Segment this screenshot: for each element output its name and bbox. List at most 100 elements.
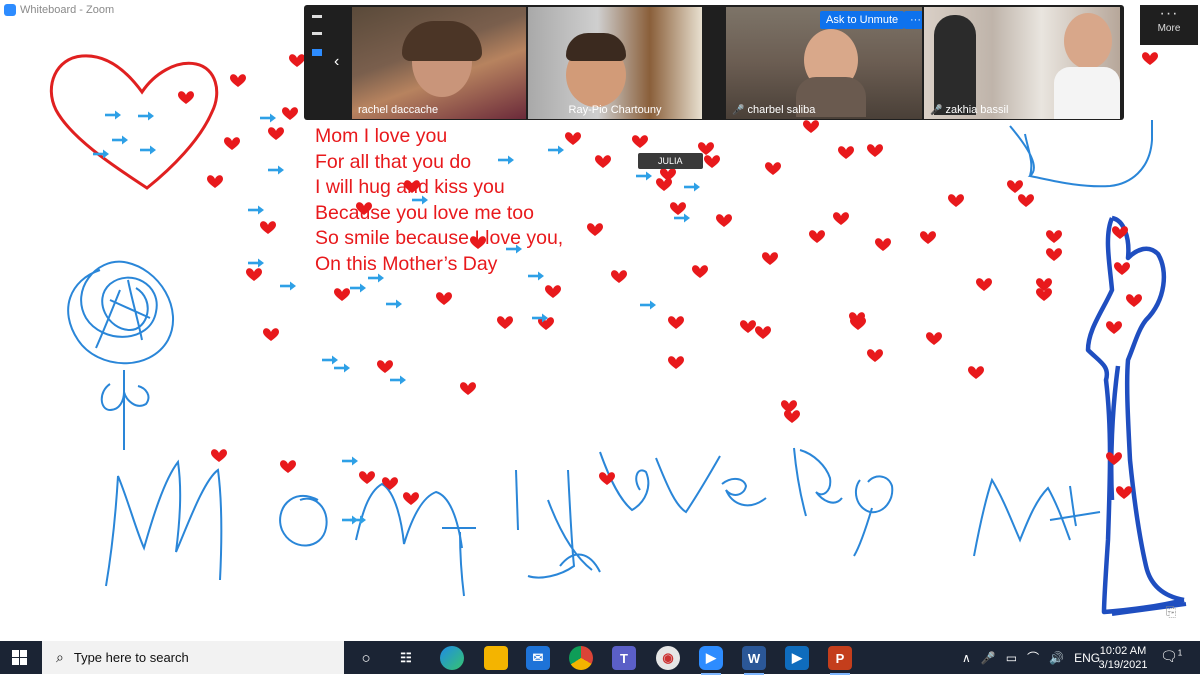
heart-stamp: [282, 107, 298, 120]
single-view-icon[interactable]: [312, 32, 322, 35]
heart-stamp: [1106, 321, 1122, 334]
view-switcher[interactable]: [310, 15, 324, 70]
heart-stamp: [948, 194, 964, 207]
new-share-icon[interactable]: ⎘: [1166, 604, 1176, 620]
heart-stamp: [867, 144, 883, 157]
mail-icon[interactable]: ✉: [526, 646, 550, 670]
system-tray: ∧ 🎤 ▭ ⌒ 🔊 ENG: [962, 641, 1100, 674]
heart-stamp: [1007, 180, 1023, 193]
zoom-icon[interactable]: ▶: [699, 646, 723, 675]
heart-stamp: [660, 168, 676, 181]
heart-stamp: [1018, 194, 1034, 207]
heart-stamp: [833, 212, 849, 225]
arrow-stamp: [103, 109, 123, 121]
heart-stamp: [260, 221, 276, 234]
heart-stamp: [497, 316, 513, 329]
arrow-stamp: [136, 110, 156, 122]
windows-start-icon[interactable]: [12, 650, 28, 666]
microphone-icon[interactable]: 🎤: [981, 651, 996, 665]
heart-stamp: [587, 223, 603, 236]
participant-name: zakhia bassil: [945, 104, 1009, 116]
mic-muted-icon: 🎤: [732, 105, 745, 116]
cortana-icon[interactable]: ○: [354, 646, 378, 670]
edge-icon[interactable]: [440, 646, 464, 670]
heart-stamp: [784, 410, 800, 423]
arrow-stamp: [138, 144, 158, 156]
participant-hair: [402, 21, 482, 61]
heart-stamp: [263, 328, 279, 341]
arrow-stamp: [348, 282, 368, 294]
annotator-name-tag: JULIA: [638, 153, 703, 169]
more-button[interactable]: ··· More: [1140, 5, 1198, 45]
arrow-stamp: [246, 204, 266, 216]
heart-stamp: [803, 120, 819, 133]
file-explorer-icon[interactable]: [484, 646, 508, 670]
participant-video-tile[interactable]: Ray-Pio Chartouny: [528, 7, 702, 119]
heart-stamp: [668, 356, 684, 369]
heart-stamp: [1114, 262, 1130, 275]
heart-stamp: [436, 292, 452, 305]
handwriting-mom-i-love-you-ma: [105, 447, 1101, 597]
participant-face: [1064, 13, 1112, 69]
heart-stamp: [178, 91, 194, 104]
arrow-stamp: [384, 298, 404, 310]
arrow-stamp: [110, 134, 130, 146]
heart-stamp: [867, 349, 883, 362]
movies-icon[interactable]: ▶: [785, 646, 809, 670]
wifi-icon[interactable]: ⌒: [1027, 649, 1039, 666]
notification-icon[interactable]: 🗨1: [1160, 648, 1182, 665]
task-view-icon[interactable]: ☷: [394, 646, 418, 670]
search-icon: ⌕: [56, 649, 64, 665]
heart-stamp: [704, 155, 720, 168]
heart-stamp: [565, 132, 581, 145]
poem-line: So smile because I love you,: [315, 227, 564, 250]
chevron-up-icon[interactable]: ∧: [962, 651, 971, 665]
battery-icon[interactable]: ▭: [1006, 651, 1017, 665]
taskbar-clock[interactable]: 10:02 AM 3/19/2021: [1094, 644, 1152, 672]
poem-line: On this Mother’s Day: [315, 252, 498, 275]
participant-hair: [566, 33, 626, 61]
participant-video-tile[interactable]: 🎤 zakhia bassil: [924, 7, 1120, 119]
poem-line: Mom I love you: [315, 125, 448, 147]
heart-stamp: [740, 320, 756, 333]
speaker-icon[interactable]: 🔊: [1049, 651, 1064, 665]
heart-stamp: [1046, 230, 1062, 243]
heart-stamp: [211, 449, 227, 462]
chrome-icon[interactable]: [569, 646, 593, 670]
strip-view-icon[interactable]: [312, 49, 322, 56]
heart-stamp: [920, 231, 936, 244]
heart-stamp: [875, 238, 891, 251]
arrow-stamp: [332, 362, 352, 374]
participant-name-row: 🎤 charbel saliba: [726, 104, 922, 116]
arrow-stamp: [638, 299, 658, 311]
heart-stamp: [377, 360, 393, 373]
arrow-stamp: [388, 374, 408, 386]
search-placeholder: Type here to search: [73, 650, 189, 665]
poem-line: Because you love me too: [315, 201, 534, 224]
participant-video-tile[interactable]: rachel daccache: [352, 7, 526, 119]
paint-icon[interactable]: ◉: [656, 646, 680, 670]
dark-blue-figure: [1085, 215, 1185, 615]
chevron-left-icon[interactable]: ‹: [334, 53, 339, 71]
word-icon[interactable]: W: [742, 646, 766, 675]
taskbar-search-box[interactable]: ⌕ Type here to search: [42, 641, 344, 674]
heart-stamp: [224, 137, 240, 150]
heart-stamp: [460, 382, 476, 395]
tile-options-button[interactable]: ···: [904, 11, 922, 29]
heart-stamp: [765, 162, 781, 175]
participant-name: Ray-Pio Chartouny: [568, 104, 662, 116]
heart-stamp: [1142, 52, 1158, 65]
teams-icon[interactable]: T: [612, 646, 636, 670]
arrow-stamp: [634, 170, 654, 182]
heart-stamp: [403, 492, 419, 505]
drawn-heart-outline: [49, 54, 219, 190]
more-label: More: [1157, 23, 1181, 34]
minimize-icon[interactable]: [312, 15, 322, 18]
participant-name: rachel daccache: [358, 104, 439, 116]
heart-stamp: [755, 326, 771, 339]
ask-to-unmute-button[interactable]: Ask to Unmute: [820, 11, 905, 29]
heart-stamp: [926, 332, 942, 345]
heart-stamp: [716, 214, 732, 227]
powerpoint-icon[interactable]: P: [828, 646, 852, 675]
participant-video-tile[interactable]: 🎤 charbel saliba Ask to Unmute ···: [726, 7, 922, 119]
